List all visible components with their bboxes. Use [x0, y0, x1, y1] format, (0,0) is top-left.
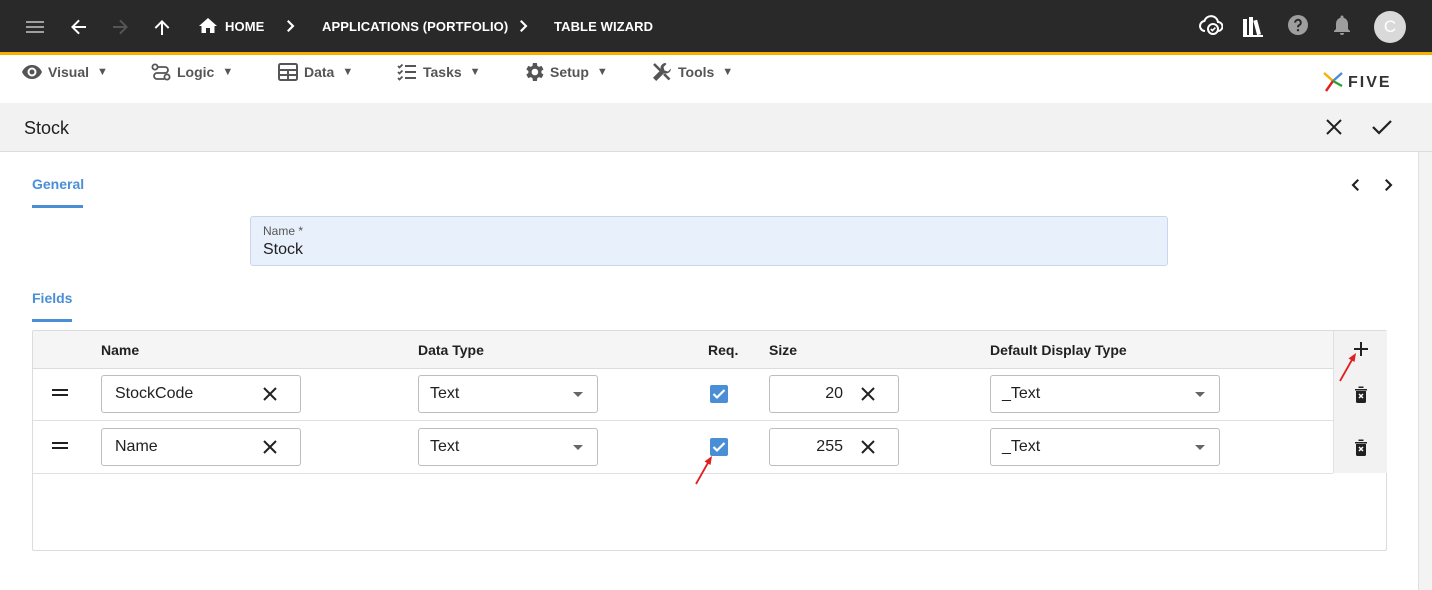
table-name-field[interactable]: Name * Stock: [250, 216, 1168, 266]
display-type-value: _Text: [1002, 385, 1041, 402]
tab-general-underline: [32, 205, 83, 208]
close-icon[interactable]: [1323, 116, 1345, 138]
field-name-value: StockCode: [115, 385, 194, 402]
breadcrumb-table-wizard: TABLE WIZARD: [554, 19, 654, 34]
size-value: 255: [816, 438, 843, 455]
drag-handle-icon[interactable]: [52, 389, 68, 397]
caret-down-icon: ▼: [97, 66, 108, 78]
five-logo-text: FIVE: [1348, 74, 1392, 91]
caret-down-icon: ▼: [722, 66, 734, 78]
menu-setup[interactable]: Setup ▼: [524, 63, 608, 81]
caret-down-icon: ▼: [222, 66, 234, 78]
annotation-arrow-icon: [1339, 353, 1356, 382]
field-row: Name Text 255 _Text: [33, 421, 1333, 474]
flow-icon: [151, 63, 171, 81]
tab-fields[interactable]: Fields: [32, 290, 72, 306]
caret-down-icon: ▼: [469, 66, 481, 78]
back-arrow-icon[interactable]: [68, 16, 90, 38]
checkmark-icon: [712, 442, 726, 453]
data-type-value: Text: [430, 438, 460, 455]
delete-row-icon[interactable]: [1351, 384, 1371, 404]
tools-icon: [653, 63, 671, 81]
breadcrumb-applications[interactable]: APPLICATIONS (PORTFOLIO): [322, 19, 508, 34]
required-checkbox[interactable]: [710, 438, 728, 456]
size-input[interactable]: 255: [769, 428, 899, 466]
column-header-data-type: Data Type: [418, 342, 484, 358]
clear-icon[interactable]: [858, 384, 878, 404]
home-icon[interactable]: [198, 17, 218, 35]
field-name-input[interactable]: StockCode: [101, 375, 301, 413]
five-logo: FIVE: [1322, 70, 1412, 96]
form-title-bar: Stock: [0, 103, 1432, 152]
annotation-arrow-icon: [695, 456, 712, 485]
data-type-value: Text: [430, 385, 460, 402]
bell-icon[interactable]: [1331, 14, 1353, 36]
library-icon[interactable]: [1241, 14, 1265, 38]
menu-visual[interactable]: Visual ▼: [22, 63, 108, 81]
clear-icon[interactable]: [260, 437, 280, 457]
table-name-value[interactable]: Stock: [263, 241, 303, 259]
grid-header: Name Data Type Req. Size Default Display…: [33, 331, 1386, 369]
chevron-right-icon: [284, 18, 298, 34]
caret-down-icon: ▼: [342, 66, 354, 78]
page-title: Stock: [24, 118, 70, 138]
dropdown-arrow-icon: [1195, 392, 1205, 397]
menu-data-label: Data: [304, 64, 335, 80]
five-logo-mark: [1323, 72, 1343, 92]
save-check-icon[interactable]: [1371, 116, 1393, 138]
field-row: StockCode Text 20 _Text: [33, 368, 1333, 421]
previous-page-icon[interactable]: [1346, 176, 1364, 194]
size-value: 20: [825, 385, 843, 402]
clear-icon[interactable]: [260, 384, 280, 404]
column-header-required: Req.: [708, 342, 739, 358]
menu-logic-label: Logic: [177, 64, 215, 80]
breadcrumb-home[interactable]: HOME: [225, 19, 264, 34]
data-type-select[interactable]: Text: [418, 375, 598, 413]
menu-visual-label: Visual: [48, 64, 89, 80]
column-header-name: Name: [101, 342, 140, 358]
dropdown-arrow-icon: [1195, 445, 1205, 450]
menu-logic[interactable]: Logic ▼: [151, 63, 233, 81]
table-name-label: Name *: [263, 224, 304, 238]
caret-down-icon: ▼: [596, 66, 608, 78]
up-arrow-icon[interactable]: [151, 16, 173, 38]
drag-handle-icon[interactable]: [52, 442, 68, 450]
eye-icon: [22, 65, 42, 79]
tab-fields-underline: [32, 319, 72, 322]
chevron-right-icon: [517, 18, 531, 34]
fields-grid: Name Data Type Req. Size Default Display…: [32, 330, 1387, 551]
help-icon[interactable]: [1287, 14, 1309, 36]
menu-tasks-label: Tasks: [423, 64, 462, 80]
clear-icon[interactable]: [858, 437, 878, 457]
data-type-select[interactable]: Text: [418, 428, 598, 466]
checklist-icon: [397, 63, 416, 81]
field-name-value: Name: [115, 438, 158, 455]
menu-tools[interactable]: Tools ▼: [652, 63, 733, 81]
display-type-select[interactable]: _Text: [990, 428, 1220, 466]
cloud-check-icon[interactable]: [1198, 13, 1224, 37]
forward-arrow-icon[interactable]: [109, 16, 131, 38]
column-header-display-type: Default Display Type: [990, 342, 1127, 358]
field-name-input[interactable]: Name: [101, 428, 301, 466]
size-input[interactable]: 20: [769, 375, 899, 413]
display-type-select[interactable]: _Text: [990, 375, 1220, 413]
gear-icon: [526, 63, 544, 81]
menu-data[interactable]: Data ▼: [278, 63, 353, 81]
scrollbar-track[interactable]: [1419, 152, 1432, 590]
delete-row-icon[interactable]: [1351, 437, 1371, 457]
menu-tools-label: Tools: [678, 64, 715, 80]
menu-setup-label: Setup: [550, 64, 589, 80]
next-page-icon[interactable]: [1380, 176, 1398, 194]
user-avatar[interactable]: C: [1374, 11, 1406, 43]
column-header-size: Size: [769, 342, 798, 358]
dropdown-arrow-icon: [573, 392, 583, 397]
checkmark-icon: [712, 389, 726, 400]
table-icon: [278, 63, 298, 81]
menu-icon[interactable]: [24, 16, 46, 38]
tab-general[interactable]: General: [32, 176, 84, 192]
dropdown-arrow-icon: [573, 445, 583, 450]
display-type-value: _Text: [1002, 438, 1041, 455]
required-checkbox[interactable]: [710, 385, 728, 403]
menu-tasks[interactable]: Tasks ▼: [397, 63, 481, 81]
